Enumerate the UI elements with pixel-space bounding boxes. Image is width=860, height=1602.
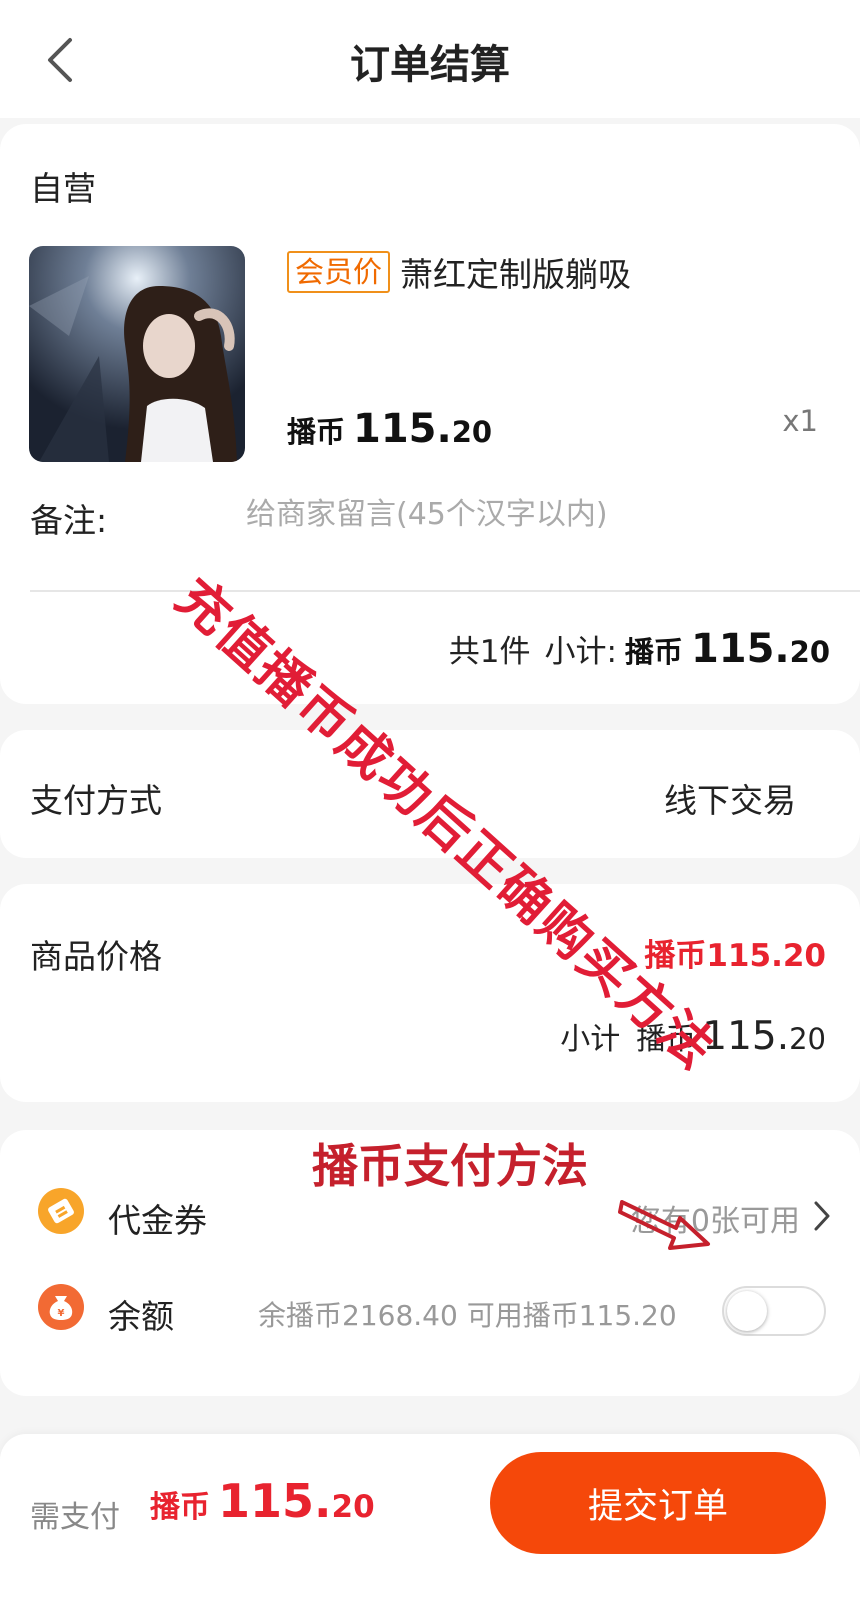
order-product-card: 自营 会员价 萧红定制版躺吸 播币 115. 20 x1 备注: 给商家留言(4… <box>0 124 860 704</box>
payment-method-value[interactable]: 线下交易 <box>664 774 796 822</box>
order-summary: 共1件 小计: 播币 115. 20 <box>449 626 830 672</box>
assets-card: 代金券 您有0张可用 ¥ 余额 余播币2168.40 可用播币115.20 <box>0 1130 860 1396</box>
balance-toggle[interactable] <box>722 1286 826 1336</box>
price-subtotal-currency: 播币 <box>636 1022 697 1057</box>
balance-info: 余播币2168.40 可用播币115.20 <box>258 1299 677 1332</box>
subtotal-currency: 播币 <box>624 635 683 669</box>
amount-due: 播币 115. 20 <box>150 1474 375 1528</box>
price-subtotal: 小计 播币 115. 20 <box>560 1014 826 1059</box>
product-quantity: x1 <box>782 404 818 438</box>
subtotal-decimal: 20 <box>789 635 830 669</box>
product-photo-placeholder <box>29 246 245 462</box>
price-subtotal-decimal: 20 <box>789 1022 826 1056</box>
amount-due-currency: 播币 <box>150 1490 210 1525</box>
price-subtotal-label: 小计 <box>560 1022 621 1057</box>
money-bag-icon: ¥ <box>38 1284 84 1330</box>
ticket-icon <box>38 1188 84 1234</box>
remark-input[interactable] <box>246 490 806 538</box>
product-price: 播币 115. 20 <box>287 406 492 452</box>
subtotal-label: 小计: <box>544 634 617 670</box>
submit-order-button[interactable]: 提交订单 <box>490 1452 826 1554</box>
goods-price-label: 商品价格 <box>30 937 162 976</box>
payment-method-label: 支付方式 <box>30 781 162 820</box>
shop-name: 自营 <box>30 169 96 208</box>
product-title-row: 会员价 萧红定制版躺吸 <box>287 248 631 296</box>
remark-label: 备注: <box>30 501 108 540</box>
price-decimal: 20 <box>451 415 493 449</box>
balance-label: 余额 <box>108 1297 174 1336</box>
price-subtotal-integer: 115. <box>702 1014 790 1059</box>
checkout-bar: 需支付 播币 115. 20 提交订单 <box>0 1434 860 1602</box>
product-image[interactable] <box>29 246 245 462</box>
amount-due-label: 需支付 <box>30 1500 120 1535</box>
price-integer: 115. <box>353 406 452 452</box>
header-bar: 订单结算 <box>0 0 860 118</box>
goods-price-value: 播币115.20 <box>644 938 826 974</box>
coupon-status[interactable]: 您有0张可用 <box>631 1196 800 1240</box>
subtotal-integer: 115. <box>690 626 790 672</box>
coupon-label: 代金券 <box>108 1201 207 1240</box>
svg-text:¥: ¥ <box>58 1308 65 1319</box>
page-title: 订单结算 <box>350 42 510 88</box>
price-card: 商品价格 播币115.20 小计 播币 115. 20 <box>0 884 860 1102</box>
item-count: 共1件 <box>448 634 531 670</box>
amount-due-decimal: 20 <box>331 1489 375 1525</box>
price-currency: 播币 <box>287 415 346 449</box>
chevron-right-icon[interactable] <box>812 1200 832 1232</box>
divider <box>30 590 860 592</box>
toggle-knob <box>727 1291 767 1331</box>
member-price-badge: 会员价 <box>287 251 391 293</box>
product-title[interactable]: 萧红定制版躺吸 <box>400 248 631 296</box>
payment-method-card[interactable]: 支付方式 线下交易 <box>0 730 860 858</box>
amount-due-integer: 115. <box>218 1474 332 1528</box>
